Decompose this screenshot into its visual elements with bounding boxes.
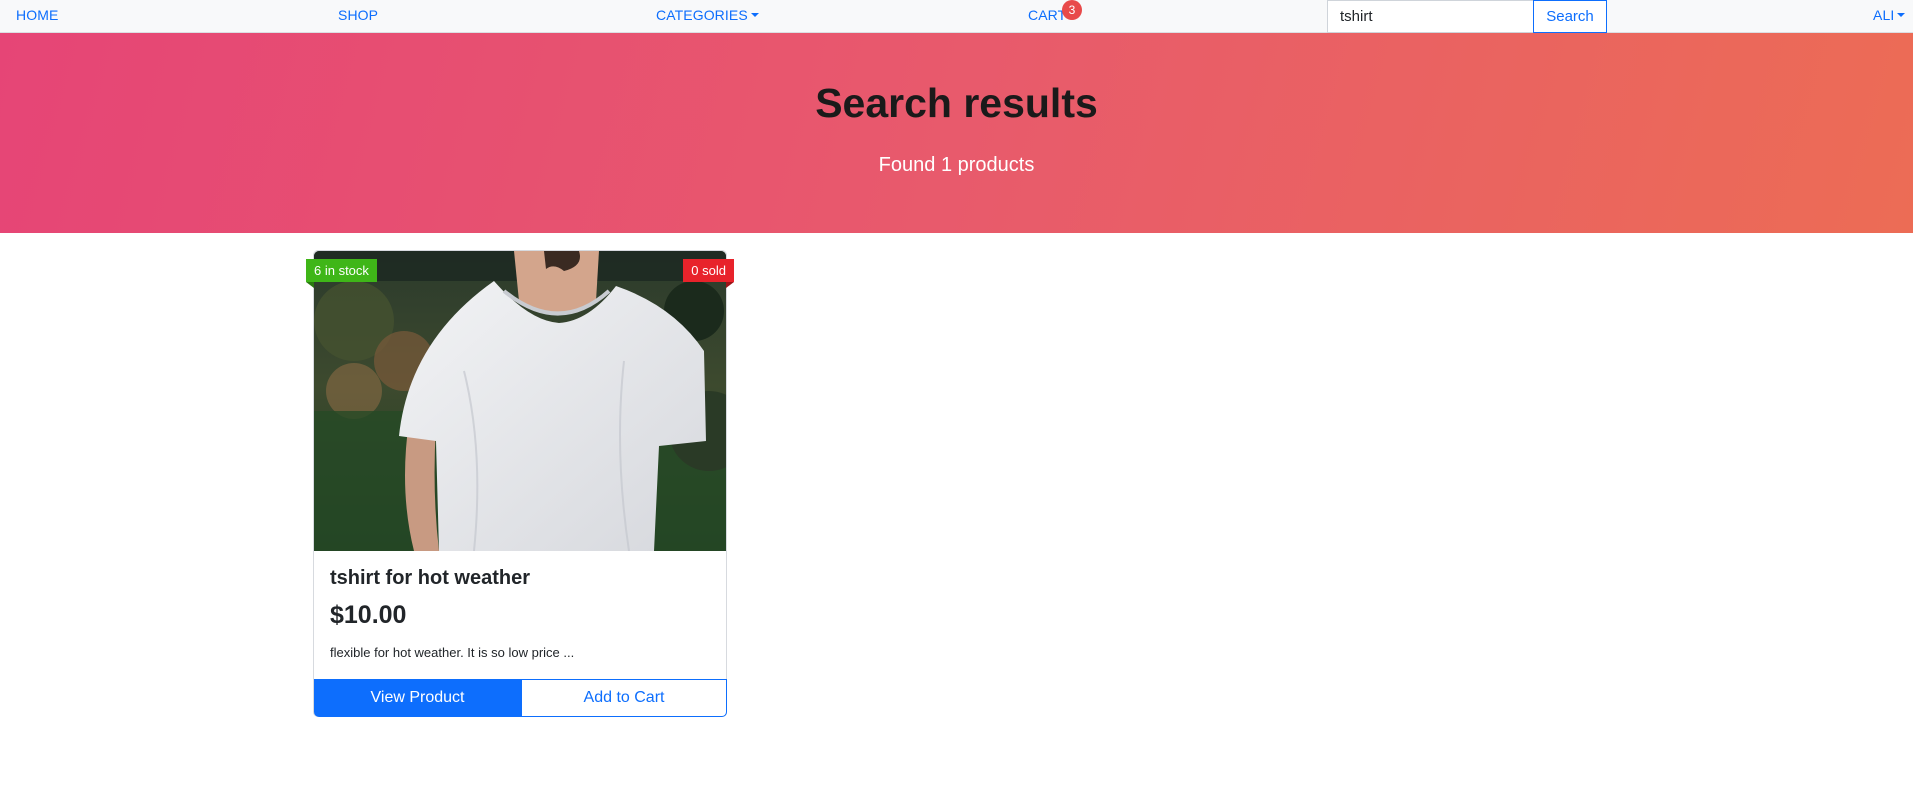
nav-categories-dropdown[interactable]: CATEGORIES	[656, 7, 759, 23]
chevron-down-icon	[750, 13, 759, 17]
search-input[interactable]	[1327, 0, 1534, 33]
product-card: 6 in stock 0 sold tshirt for hot weather…	[306, 250, 734, 717]
cart-count-badge: 3	[1062, 0, 1082, 20]
stock-badge: 6 in stock	[306, 259, 377, 288]
nav-categories-label: CATEGORIES	[656, 7, 748, 23]
product-name[interactable]: tshirt for hot weather	[330, 567, 530, 590]
sold-badge: 0 sold	[683, 259, 734, 288]
add-to-cart-button[interactable]: Add to Cart	[521, 679, 727, 717]
tshirt-photo-icon	[314, 251, 726, 551]
nav-shop-link[interactable]: SHOP	[338, 7, 378, 23]
search-button[interactable]: Search	[1533, 0, 1607, 33]
product-price: $10.00	[330, 601, 407, 629]
nav-home-link[interactable]: HOME	[16, 7, 58, 23]
view-product-button[interactable]: View Product	[314, 679, 521, 717]
page-title: Search results	[815, 80, 1098, 126]
nav-cart-link[interactable]: CART	[1028, 7, 1066, 23]
user-menu-label: ALI	[1873, 7, 1895, 23]
product-image[interactable]	[314, 251, 726, 551]
results-count-text: Found 1 products	[878, 154, 1035, 176]
product-description: flexible for hot weather. It is so low p…	[330, 645, 575, 660]
user-menu-dropdown[interactable]: ALI	[1873, 7, 1906, 23]
top-navbar: HOME SHOP CATEGORIES CART 3 Search ALI	[0, 0, 1913, 33]
chevron-down-icon	[1897, 13, 1906, 17]
search-results-hero: Search results Found 1 products	[0, 33, 1913, 233]
